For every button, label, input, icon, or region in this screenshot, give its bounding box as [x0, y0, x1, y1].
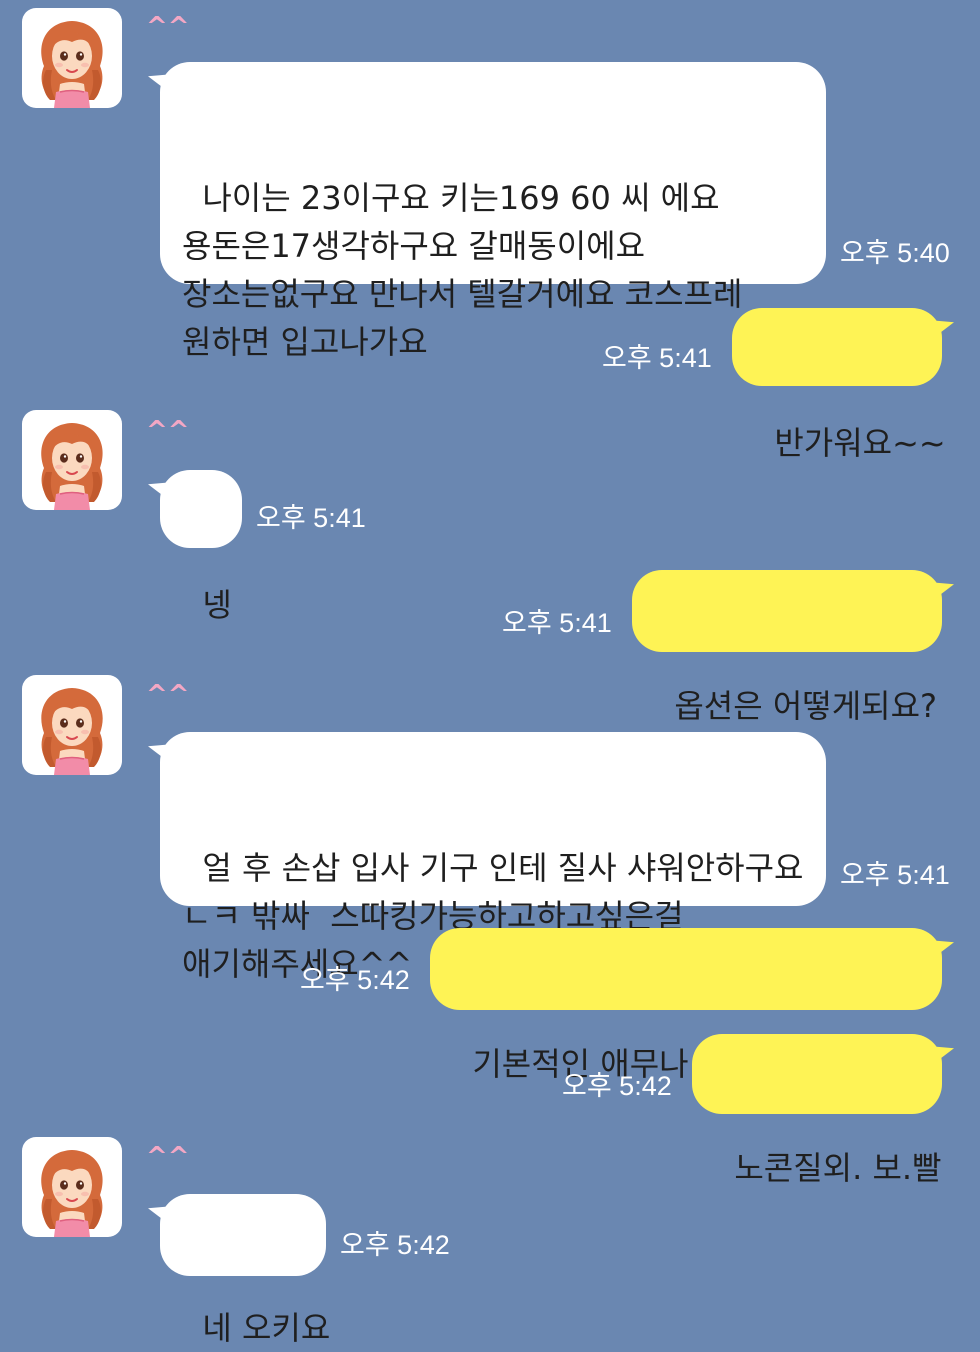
- bubble-tail: [148, 482, 174, 504]
- sender-name: ^^: [146, 416, 190, 446]
- message-bubble-outgoing[interactable]: 기본적인 애무나 스킨쉽은 다되죠?: [430, 928, 954, 1083]
- message-text: 옵션은 어떻게되요?: [674, 687, 938, 725]
- message-time: 오후 5:41: [840, 860, 950, 890]
- bubble-tail: [928, 940, 954, 962]
- message-text: 나이는 23이구요 키는169 60 씨 에요 용돈은17생각하구요 갈매동이에…: [182, 179, 743, 361]
- message-bubble-outgoing[interactable]: 노콘질외. 보.빨: [692, 1034, 954, 1187]
- message-bubble-incoming[interactable]: 나이는 23이구요 키는169 60 씨 에요 용돈은17생각하구요 갈매동이에…: [148, 62, 826, 361]
- girl-avatar-icon: [41, 423, 103, 510]
- sender-name: ^^: [146, 1142, 190, 1172]
- message-time: 오후 5:42: [562, 1071, 672, 1101]
- bubble-tail: [928, 320, 954, 342]
- message-bubble-incoming[interactable]: 얼 후 손삽 입사 기구 인테 질사 샤워안하구요 ㄴㅋ 밖싸 스따킹가능하고하…: [148, 732, 826, 983]
- message-text: 반가워요~~: [774, 424, 946, 462]
- sender-avatar[interactable]: [22, 675, 122, 775]
- bubble-tail: [928, 582, 954, 604]
- message-time: 오후 5:41: [602, 343, 712, 373]
- girl-avatar-icon: [41, 1150, 103, 1237]
- sender-name: ^^: [146, 680, 190, 710]
- sender-avatar[interactable]: [22, 410, 122, 510]
- message-time: 오후 5:40: [840, 238, 950, 268]
- message-bubble-incoming[interactable]: 네 오키요: [148, 1194, 330, 1347]
- message-text: 노콘질외. 보.빨: [734, 1149, 942, 1187]
- sender-avatar[interactable]: [22, 1137, 122, 1237]
- message-bubble-outgoing[interactable]: 옵션은 어떻게되요?: [632, 570, 954, 725]
- bubble-tail: [148, 1206, 174, 1228]
- message-text: 네 오키요: [202, 1309, 331, 1347]
- sender-avatar[interactable]: [22, 8, 122, 108]
- bubble-tail: [928, 1046, 954, 1068]
- message-text: 넹: [202, 586, 232, 624]
- message-time: 오후 5:42: [340, 1230, 450, 1260]
- message-time: 오후 5:41: [502, 608, 612, 638]
- message-time: 오후 5:42: [300, 965, 410, 995]
- message-bubble-incoming[interactable]: 넹: [148, 470, 242, 624]
- girl-avatar-icon: [41, 688, 103, 775]
- sender-name: ^^: [146, 12, 190, 42]
- message-time: 오후 5:41: [256, 503, 366, 533]
- message-bubble-outgoing[interactable]: 반가워요~~: [732, 308, 954, 462]
- bubble-tail: [148, 744, 174, 766]
- bubble-tail: [148, 74, 174, 96]
- girl-avatar-icon: [41, 21, 103, 108]
